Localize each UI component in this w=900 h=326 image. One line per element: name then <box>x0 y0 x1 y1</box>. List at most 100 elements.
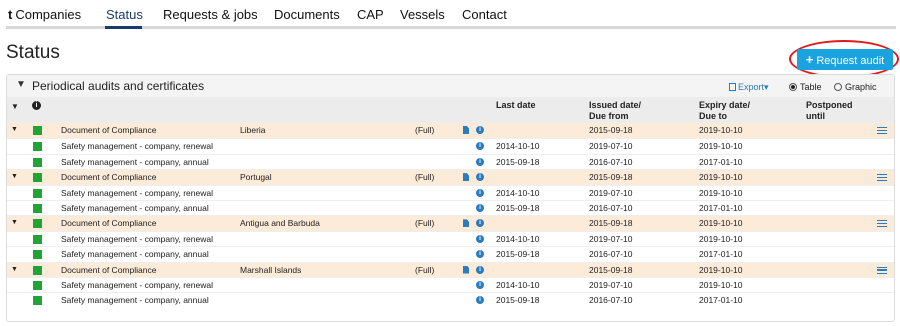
hamburger-menu-icon[interactable] <box>877 266 887 274</box>
audit-name: Safety management - company, annual <box>61 249 209 260</box>
due-to-date: 2017-01-10 <box>699 202 743 213</box>
table-row-main[interactable]: ▼ Document of Compliance Liberia (Full) i 201… <box>7 123 894 139</box>
row-chevron-icon[interactable]: ▼ <box>11 173 18 180</box>
info-icon[interactable]: i <box>476 142 484 151</box>
due-from-date: 2019-07-10 <box>589 187 633 198</box>
view-table-label: Table <box>800 82 822 92</box>
hamburger-menu-icon[interactable] <box>877 127 887 134</box>
table-row-main[interactable]: ▼ Document of Compliance Marshall Islands (… <box>7 261 894 277</box>
row-chevron-icon[interactable]: ▼ <box>11 219 18 226</box>
row-chevron-icon[interactable]: ▼ <box>11 266 18 273</box>
col-expiry-line2: Due to <box>699 111 727 121</box>
flag-state: Marshall Islands <box>240 264 302 275</box>
collapse-chevron-icon[interactable]: ▼ <box>16 79 26 90</box>
table-row-sub: Safety management - company, renewal i 201… <box>7 276 894 292</box>
status-green-icon <box>33 250 42 260</box>
audits-panel: ▼ Periodical audits and certificates Exp… <box>6 74 895 322</box>
due-from-date: 2016-07-10 <box>589 249 633 260</box>
info-icon[interactable]: i <box>476 296 484 305</box>
info-icon[interactable]: i <box>476 173 484 182</box>
info-icon[interactable]: i <box>476 157 484 166</box>
table-row-main[interactable]: ▼ Document of Compliance Portugal (Full) i 20… <box>7 169 894 185</box>
audit-name: Safety management - company, renewal <box>61 233 213 244</box>
col-issued-line1: Issued date/ <box>589 100 642 110</box>
flag-state: Liberia <box>240 125 266 135</box>
cert-name: Document of Compliance <box>61 264 157 275</box>
request-audit-label: Request audit <box>816 55 885 67</box>
nav-companies-label: Companies <box>15 7 82 22</box>
view-table-radio[interactable]: Table <box>789 82 822 92</box>
document-icon[interactable] <box>463 265 469 274</box>
due-to-date: 2019-10-10 <box>699 233 743 244</box>
due-to-date: 2019-10-10 <box>699 187 743 198</box>
active-tab-indicator <box>105 26 142 29</box>
row-chevron-icon[interactable]: ▼ <box>11 126 18 133</box>
issued-date: 2015-09-18 <box>589 125 633 135</box>
due-from-date: 2016-07-10 <box>589 202 633 213</box>
info-icon: i <box>32 101 41 110</box>
info-icon[interactable]: i <box>476 265 484 274</box>
table-row-sub: Safety management - company, renewal i 201… <box>7 230 894 246</box>
flag-state: Portugal <box>240 172 272 183</box>
table-row-sub: Safety management - company, renewal i 201… <box>7 184 894 200</box>
view-graphic-radio[interactable]: Graphic <box>834 82 877 92</box>
document-icon[interactable] <box>463 173 469 182</box>
audit-name: Safety management - company, renewal <box>61 141 213 152</box>
table-body: ▼ Document of Compliance Liberia (Full) i 201… <box>7 123 894 308</box>
status-green-icon <box>33 280 42 290</box>
view-graphic-label: Graphic <box>845 82 877 92</box>
info-icon[interactable]: i <box>476 234 484 243</box>
tab-contact[interactable]: Contact <box>462 7 507 22</box>
hamburger-menu-icon[interactable] <box>877 220 887 228</box>
expand-all-chevron-icon[interactable]: ▼ <box>11 101 19 112</box>
info-icon[interactable]: i <box>476 126 484 134</box>
table-row-sub: Safety management - company, annual i 2015… <box>7 199 894 215</box>
col-issued-date: Issued date/Due from <box>589 100 641 122</box>
info-icon[interactable]: i <box>476 280 484 289</box>
export-label: Export▾ <box>738 82 769 92</box>
col-postponed-line1: Postponed <box>806 100 853 110</box>
audit-name: Safety management - company, annual <box>61 295 209 306</box>
panel-title: Periodical audits and certificates <box>32 79 205 93</box>
table-row-sub: Safety management - company, annual i 2015… <box>7 292 894 307</box>
tab-documents[interactable]: Documents <box>274 7 340 22</box>
table-row-sub: Safety management - company, annual i 2015… <box>7 246 894 261</box>
cert-scope: (Full) <box>415 218 435 229</box>
last-date: 2015-09-18 <box>496 156 540 167</box>
last-date: 2014-10-10 <box>496 141 540 152</box>
brand-logo-letter: t <box>8 7 13 22</box>
status-green-icon <box>33 126 42 135</box>
tab-vessels[interactable]: Vessels <box>400 7 445 22</box>
last-date: 2015-09-18 <box>496 249 540 260</box>
document-icon[interactable] <box>463 219 469 228</box>
last-date: 2015-09-18 <box>496 295 540 306</box>
radio-unselected-icon <box>834 83 842 91</box>
tab-status[interactable]: Status <box>106 7 143 22</box>
tab-cap[interactable]: CAP <box>357 7 384 22</box>
expiry-date: 2019-10-10 <box>699 264 743 275</box>
request-audit-button[interactable]: + Request audit <box>797 49 893 70</box>
export-doc-icon <box>729 83 736 91</box>
status-green-icon <box>33 142 42 152</box>
info-icon[interactable]: i <box>476 188 484 197</box>
info-icon[interactable]: i <box>476 203 484 212</box>
cert-name: Document of Compliance <box>61 172 157 183</box>
expiry-date: 2019-10-10 <box>699 172 743 183</box>
radio-selected-icon <box>789 83 797 91</box>
export-dropdown[interactable]: Export▾ <box>729 82 769 93</box>
due-to-date: 2017-01-10 <box>699 249 743 260</box>
status-green-icon <box>33 234 42 244</box>
tab-requests-jobs[interactable]: Requests & jobs <box>163 7 258 22</box>
document-icon[interactable] <box>463 126 469 134</box>
col-issued-line2: Due from <box>589 111 629 121</box>
info-icon[interactable]: i <box>476 250 484 259</box>
col-expiry-line1: Expiry date/ <box>699 100 751 110</box>
table-row-main[interactable]: ▼ Document of Compliance Antigua and Barbu… <box>7 215 894 231</box>
nav-companies[interactable]: t Companies <box>8 7 81 22</box>
info-icon[interactable]: i <box>476 219 484 228</box>
last-date: 2014-10-10 <box>496 187 540 198</box>
status-green-icon <box>33 265 42 275</box>
issued-date: 2015-09-18 <box>589 264 633 275</box>
hamburger-menu-icon[interactable] <box>877 174 887 182</box>
col-postponed-line2: until <box>806 111 825 121</box>
